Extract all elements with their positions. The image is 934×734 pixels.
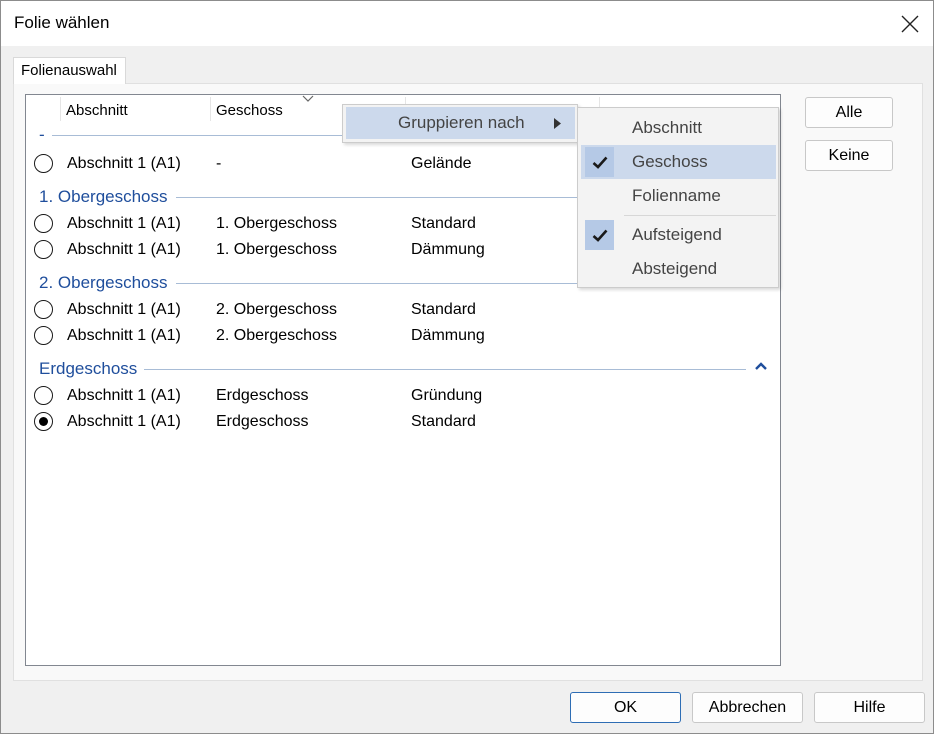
table-row[interactable]: Abschnitt 1 (A1) Erdgeschoss Standard <box>26 410 780 436</box>
table-row[interactable]: Abschnitt 1 (A1) Erdgeschoss Gründung <box>26 384 780 410</box>
checkmark <box>585 220 614 250</box>
cell-folie: Standard <box>411 301 476 318</box>
cell-geschoss: 1. Obergeschoss <box>216 241 337 258</box>
check-icon <box>592 156 607 169</box>
window-title: Folie wählen <box>14 13 110 32</box>
menu-item-aufsteigend[interactable]: Aufsteigend <box>578 218 778 252</box>
group-divider <box>144 369 746 370</box>
tab-folienauswahl[interactable]: Folienauswahl <box>13 57 126 84</box>
cell-folie: Standard <box>411 413 476 430</box>
row-radio[interactable] <box>34 240 53 259</box>
menu-item-label: Absteigend <box>632 259 718 278</box>
select-none-button[interactable]: Keine <box>805 140 893 171</box>
cell-folie: Standard <box>411 215 476 232</box>
select-all-button[interactable]: Alle <box>805 97 893 128</box>
group-header[interactable]: - <box>39 125 45 147</box>
group-header[interactable]: 1. Obergeschoss <box>39 187 168 209</box>
close-button[interactable] <box>895 9 925 39</box>
sort-ascending-icon <box>302 95 314 102</box>
row-radio[interactable] <box>34 300 53 319</box>
cell-geschoss: - <box>216 155 222 172</box>
cell-abschnitt: Abschnitt 1 (A1) <box>67 215 181 232</box>
ok-button[interactable]: OK <box>570 692 681 723</box>
help-button[interactable]: Hilfe <box>814 692 925 723</box>
cell-geschoss: 2. Obergeschoss <box>216 327 337 344</box>
column-divider <box>60 97 61 121</box>
cell-abschnitt: Abschnitt 1 (A1) <box>67 327 181 344</box>
row-radio[interactable] <box>34 386 53 405</box>
cell-abschnitt: Abschnitt 1 (A1) <box>67 301 181 318</box>
column-divider <box>210 97 211 121</box>
dialog-window: Folie wählen Folienauswahl Abschnitt Ges… <box>0 0 934 734</box>
row-radio[interactable] <box>34 154 53 173</box>
checkmark <box>585 147 614 177</box>
cell-geschoss: 2. Obergeschoss <box>216 301 337 318</box>
column-header-abschnitt[interactable]: Abschnitt <box>60 95 210 123</box>
cell-abschnitt: Abschnitt 1 (A1) <box>67 241 181 258</box>
menu-item-label: Folienname <box>632 186 721 205</box>
row-radio[interactable] <box>34 326 53 345</box>
table-row[interactable]: Abschnitt 1 (A1) 2. Obergeschoss Standar… <box>26 298 780 324</box>
cell-folie: Gründung <box>411 387 483 404</box>
menu-item-label: Gruppieren nach <box>398 113 525 132</box>
menu-item-label: Abschnitt <box>632 118 702 137</box>
cell-abschnitt: Abschnitt 1 (A1) <box>67 413 181 430</box>
cancel-button[interactable]: Abbrechen <box>692 692 803 723</box>
title-bar: Folie wählen <box>1 1 933 46</box>
menu-item-label: Aufsteigend <box>632 225 722 244</box>
cell-folie: Dämmung <box>411 327 485 344</box>
cell-abschnitt: Abschnitt 1 (A1) <box>67 387 181 404</box>
collapse-group-icon[interactable] <box>754 361 768 371</box>
cell-geschoss: 1. Obergeschoss <box>216 215 337 232</box>
menu-item-folienname[interactable]: Folienname <box>578 179 778 213</box>
row-radio[interactable] <box>34 214 53 233</box>
menu-item-abschnitt[interactable]: Abschnitt <box>578 111 778 145</box>
row-radio[interactable] <box>34 412 53 431</box>
check-icon <box>592 229 607 242</box>
cell-folie: Dämmung <box>411 241 485 258</box>
group-header[interactable]: Erdgeschoss <box>39 359 137 381</box>
cell-geschoss: Erdgeschoss <box>216 387 309 404</box>
group-by-submenu: Abschnitt Geschoss Folienname Aufsteigen… <box>577 107 779 288</box>
menu-item-absteigend[interactable]: Absteigend <box>578 252 778 286</box>
context-menu: Gruppieren nach <box>342 104 578 143</box>
menu-item-geschoss[interactable]: Geschoss <box>581 145 776 179</box>
table-row[interactable]: Abschnitt 1 (A1) 2. Obergeschoss Dämmung <box>26 324 780 350</box>
close-icon <box>901 15 919 33</box>
submenu-arrow-icon <box>554 118 561 129</box>
menu-item-label: Geschoss <box>632 152 708 171</box>
group-header[interactable]: 2. Obergeschoss <box>39 273 168 295</box>
cell-geschoss: Erdgeschoss <box>216 413 309 430</box>
menu-item-group-by[interactable]: Gruppieren nach <box>346 107 575 139</box>
cell-folie: Gelände <box>411 155 472 172</box>
menu-separator <box>624 215 776 216</box>
cell-abschnitt: Abschnitt 1 (A1) <box>67 155 181 172</box>
